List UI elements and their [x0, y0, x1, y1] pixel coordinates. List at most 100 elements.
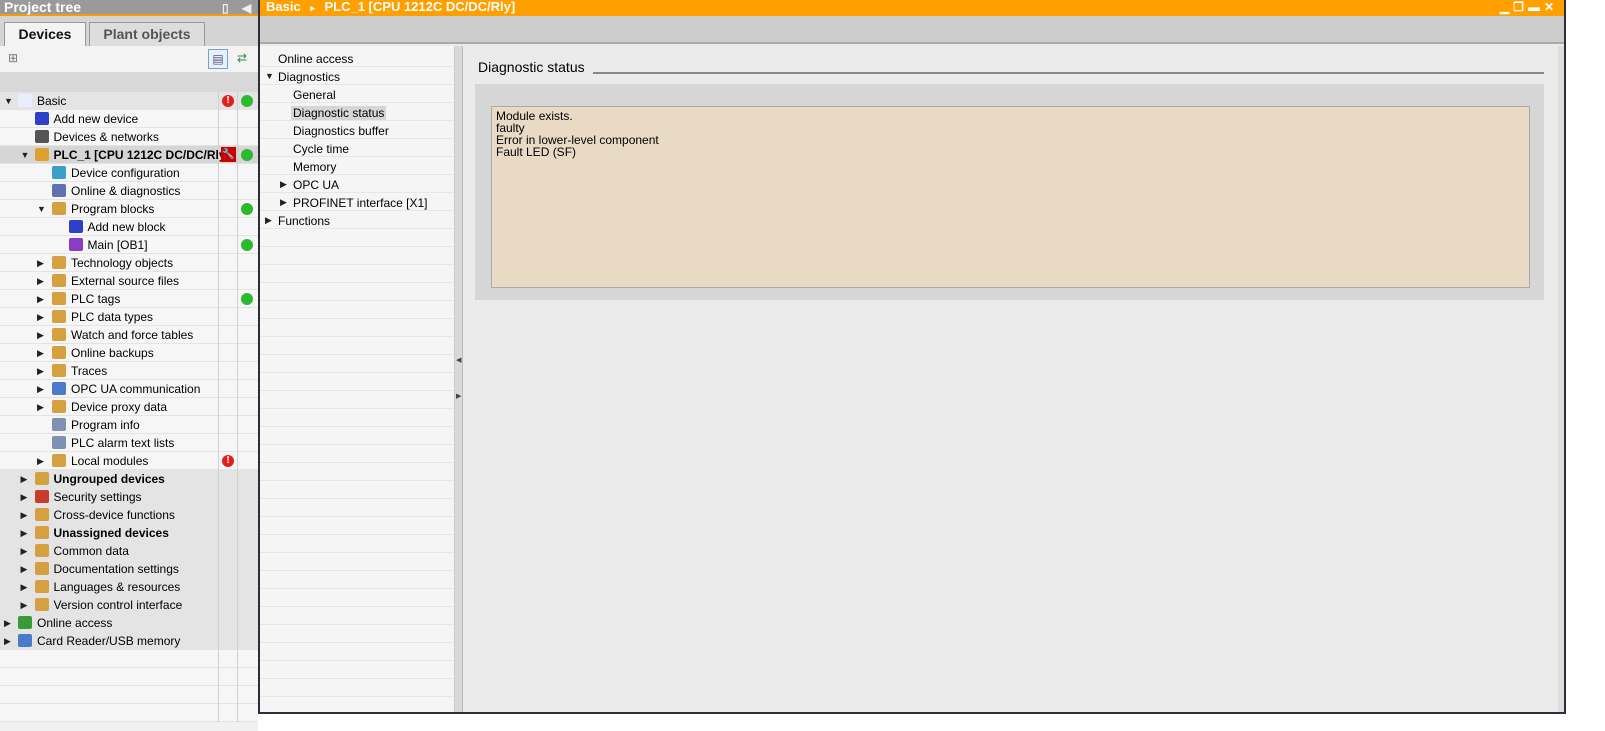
section-title: Diagnostic status: [478, 59, 591, 75]
expand-right-icon[interactable]: ▶: [21, 528, 28, 539]
tree-item[interactable]: ▶ Device proxy data: [0, 398, 258, 416]
tree-item[interactable]: ▶ External source files: [0, 272, 258, 290]
expand-right-icon[interactable]: ▶: [280, 179, 287, 190]
tree-item[interactable]: ▶ Technology objects: [0, 254, 258, 272]
nav-item[interactable]: Online access: [260, 49, 454, 67]
tree-item[interactable]: ▶ Unassigned devices: [0, 524, 258, 542]
tab-devices[interactable]: Devices: [4, 22, 86, 47]
expand-right-icon[interactable]: ▶: [21, 546, 28, 557]
online-status-column: [237, 272, 258, 290]
nav-item[interactable]: Memory: [260, 157, 454, 175]
tree-item[interactable]: ▶ Card Reader/USB memory: [0, 632, 258, 650]
nav-item[interactable]: ▼ Diagnostics: [260, 67, 454, 85]
tree-item[interactable]: ▶ Languages & resources: [0, 578, 258, 596]
status-column: !: [218, 452, 237, 470]
expand-right-icon[interactable]: ▶: [37, 258, 44, 269]
tree-item[interactable]: ▶ Ungrouped devices: [0, 470, 258, 488]
tree-item[interactable]: ▶ Watch and force tables: [0, 326, 258, 344]
tree-item[interactable]: ▶ PLC tags: [0, 290, 258, 308]
tree-item[interactable]: ▶ Version control interface: [0, 596, 258, 614]
nav-item[interactable]: Diagnostic status: [260, 103, 454, 121]
nav-item[interactable]: ▶ Functions: [260, 211, 454, 229]
tree-item[interactable]: ▶ Traces: [0, 362, 258, 380]
status-column: [218, 560, 237, 578]
tree-item[interactable]: Devices & networks: [0, 128, 258, 146]
expand-down-icon[interactable]: ▼: [4, 96, 13, 106]
expand-down-icon[interactable]: ▼: [37, 204, 46, 214]
expand-right-icon[interactable]: ▶: [21, 564, 28, 575]
nav-item[interactable]: ▶ OPC UA: [260, 175, 454, 193]
expand-right-icon[interactable]: ▶: [280, 197, 287, 208]
expand-right-icon[interactable]: ▶: [21, 510, 28, 521]
tree-item[interactable]: Main [OB1]: [0, 236, 258, 254]
tree-item[interactable]: Online & diagnostics: [0, 182, 258, 200]
tree-item[interactable]: ▶ PLC data types: [0, 308, 258, 326]
expand-down-icon[interactable]: ▼: [21, 150, 30, 160]
tree-item[interactable]: ▶ Security settings: [0, 488, 258, 506]
expand-right-icon[interactable]: ▶: [37, 384, 44, 395]
close-icon[interactable]: ✕: [1544, 0, 1558, 14]
tree-item[interactable]: ▼ Basic!: [0, 92, 258, 110]
expand-right-icon[interactable]: ▶: [21, 492, 28, 503]
tree-item[interactable]: ▼ Program blocks: [0, 200, 258, 218]
expand-right-icon[interactable]: ▶: [21, 600, 28, 611]
tree-item[interactable]: ▶ Online access: [0, 614, 258, 632]
breadcrumb-device[interactable]: PLC_1 [CPU 1212C DC/DC/Rly]: [324, 0, 515, 14]
overview-view-icon[interactable]: ▤: [208, 49, 228, 69]
empty-row: [260, 283, 454, 301]
tree-item[interactable]: ▶ OPC UA communication: [0, 380, 258, 398]
expand-right-icon[interactable]: ▶: [37, 330, 44, 341]
splitter-right-icon[interactable]: ▶: [456, 392, 461, 400]
nav-item[interactable]: General: [260, 85, 454, 103]
vertical-scrollbar[interactable]: [1558, 46, 1564, 712]
expand-right-icon[interactable]: ▶: [21, 582, 28, 593]
tree-item-label: Version control interface: [53, 598, 183, 612]
splitter-left-icon[interactable]: ◀: [456, 356, 461, 364]
tree-item[interactable]: ▼ PLC_1 [CPU 1212C DC/DC/Rly] 🔧: [0, 146, 258, 164]
tree-item[interactable]: Program info: [0, 416, 258, 434]
online-status-column: [237, 704, 258, 722]
expand-right-icon[interactable]: ▶: [4, 618, 11, 629]
dock-icon[interactable]: ▯: [222, 1, 229, 16]
expand-right-icon[interactable]: ▶: [265, 215, 272, 226]
tree-item[interactable]: ▶ Online backups: [0, 344, 258, 362]
document-icon: [18, 94, 32, 107]
tree-item[interactable]: Device configuration: [0, 164, 258, 182]
expand-right-icon[interactable]: ▶: [37, 348, 44, 359]
online-status-column: [237, 650, 258, 668]
status-column: [218, 614, 237, 632]
compare-icon[interactable]: ⇄: [232, 49, 252, 69]
tree-item[interactable]: ▶ Documentation settings: [0, 560, 258, 578]
collapse-panel-icon[interactable]: ◀: [242, 1, 251, 16]
tree-item[interactable]: Add new block: [0, 218, 258, 236]
minimize-icon[interactable]: ▁: [1500, 0, 1513, 14]
breadcrumb-project[interactable]: Basic: [266, 0, 301, 14]
tree-item[interactable]: PLC alarm text lists: [0, 434, 258, 452]
nav-item[interactable]: Cycle time: [260, 139, 454, 157]
nav-item[interactable]: Diagnostics buffer: [260, 121, 454, 139]
tree-item[interactable]: ▶ Common data: [0, 542, 258, 560]
expand-right-icon[interactable]: ▶: [37, 276, 44, 287]
maximize-icon[interactable]: ▬: [1528, 0, 1544, 14]
expand-right-icon[interactable]: ▶: [37, 456, 44, 467]
expand-right-icon[interactable]: ▶: [37, 294, 44, 305]
tab-plant-objects[interactable]: Plant objects: [89, 22, 205, 46]
status-column: [218, 128, 237, 146]
expand-right-icon[interactable]: ▶: [37, 366, 44, 377]
expand-right-icon[interactable]: ▶: [37, 402, 44, 413]
tree-item[interactable]: ▶ Local modules!: [0, 452, 258, 470]
empty-row: [260, 265, 454, 283]
tree-structure-icon[interactable]: ⊞: [3, 49, 23, 69]
expand-right-icon[interactable]: ▶: [37, 312, 44, 323]
tree-item[interactable]: ▶ Cross-device functions: [0, 506, 258, 524]
splitter[interactable]: ◀ ▶: [455, 46, 463, 712]
nav-item-label: Diagnostic status: [291, 106, 387, 120]
expand-right-icon[interactable]: ▶: [4, 636, 11, 647]
tree-item[interactable]: Add new device: [0, 110, 258, 128]
expand-right-icon[interactable]: ▶: [21, 474, 28, 485]
float-icon[interactable]: ❐: [1513, 0, 1528, 14]
error-icon: !: [222, 455, 234, 467]
expand-down-icon[interactable]: ▼: [265, 71, 274, 81]
nav-item[interactable]: ▶ PROFINET interface [X1]: [260, 193, 454, 211]
folder-icon: [52, 328, 66, 341]
